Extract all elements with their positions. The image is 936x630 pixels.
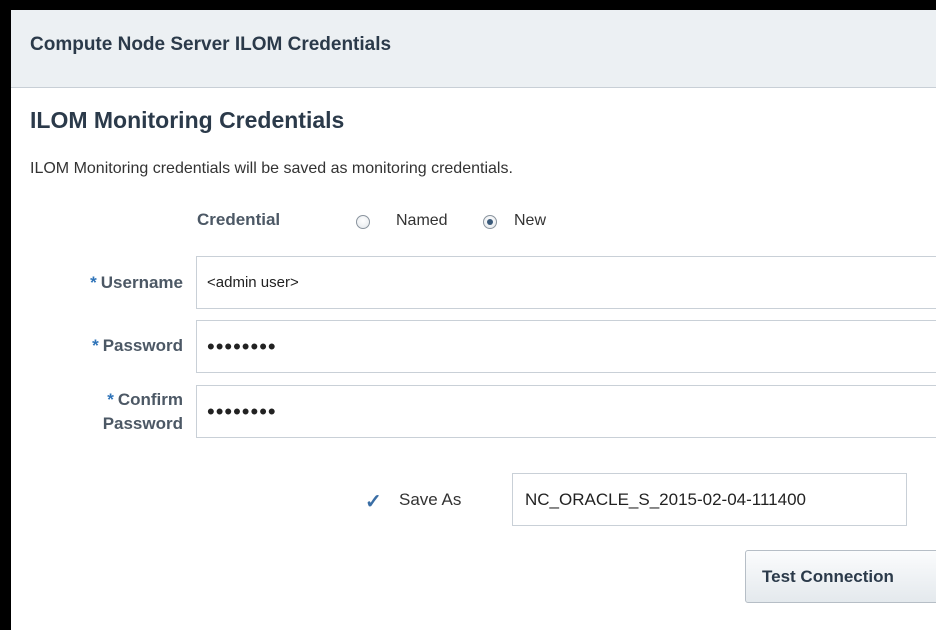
credentials-panel: Compute Node Server ILOM Credentials ILO… (0, 0, 936, 630)
radio-named-label[interactable]: Named (396, 212, 448, 230)
section-description: ILOM Monitoring credentials will be save… (30, 160, 513, 177)
password-label: * Password (92, 336, 183, 355)
required-indicator: * (107, 390, 114, 409)
required-indicator: * (90, 273, 97, 292)
username-label-box: * Username (20, 273, 183, 295)
password-label-box: * Password (20, 336, 183, 358)
save-as-input[interactable] (512, 473, 907, 526)
save-as-label: Save As (399, 490, 462, 509)
test-connection-button[interactable]: Test Connection (745, 550, 936, 603)
radio-new[interactable] (483, 215, 497, 229)
username-label: * Username (90, 273, 183, 292)
window-border-left (0, 0, 11, 630)
password-input[interactable] (196, 320, 936, 373)
confirm-password-label-box: * Confirm Password (20, 390, 183, 438)
required-indicator: * (92, 336, 99, 355)
credential-label: Credential (197, 210, 281, 229)
page-title: Compute Node Server ILOM Credentials (30, 34, 392, 55)
confirm-password-label-line2: Password (102, 414, 183, 433)
username-input[interactable] (196, 256, 936, 309)
window-border-top (0, 0, 936, 10)
confirm-password-input[interactable] (196, 385, 936, 438)
radio-new-label[interactable]: New (514, 212, 546, 230)
save-as-check-icon[interactable]: ✓ (365, 489, 382, 514)
confirm-password-label-line1: * Confirm (107, 390, 183, 409)
section-title: ILOM Monitoring Credentials (30, 107, 345, 133)
radio-named[interactable] (356, 215, 370, 229)
